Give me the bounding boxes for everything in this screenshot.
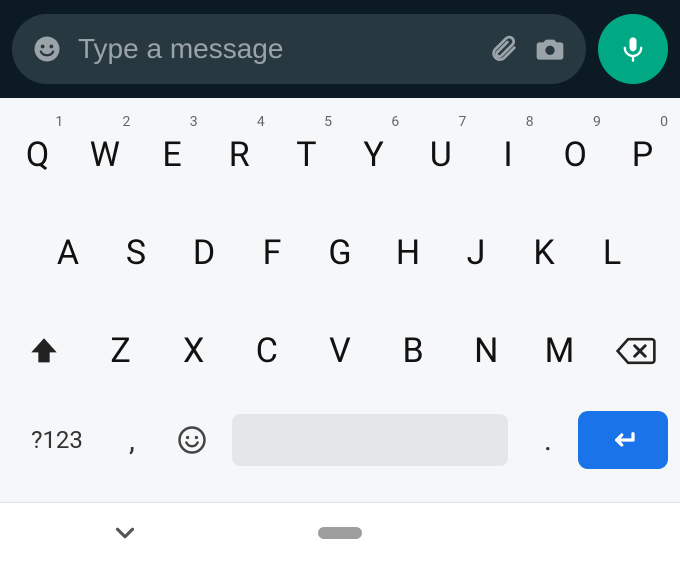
key-b[interactable]: B: [377, 306, 450, 396]
backspace-key[interactable]: [596, 306, 676, 396]
shift-key[interactable]: [4, 306, 84, 396]
key-p[interactable]: P0: [609, 110, 676, 200]
emoji-icon[interactable]: [32, 34, 62, 64]
key-label: N: [474, 331, 498, 371]
key-label: I: [503, 135, 512, 175]
key-h[interactable]: H: [374, 208, 442, 298]
attachment-icon[interactable]: [488, 34, 518, 64]
key-label: X: [183, 331, 204, 371]
period-key[interactable]: .: [518, 409, 578, 471]
key-s[interactable]: S: [102, 208, 170, 298]
key-label: C: [256, 331, 278, 371]
key-label: Z: [110, 331, 130, 371]
key-label: T: [296, 135, 316, 175]
key-hint: 7: [459, 114, 467, 130]
system-nav-bar: [0, 502, 680, 562]
key-label: O: [564, 135, 587, 175]
key-i[interactable]: I8: [474, 110, 541, 200]
key-label: F: [263, 233, 282, 273]
key-k[interactable]: K: [510, 208, 578, 298]
key-hint: 2: [123, 114, 131, 130]
key-hint: 4: [257, 114, 265, 130]
key-hint: 1: [55, 114, 63, 130]
shift-icon: [27, 334, 61, 368]
key-hint: 6: [391, 114, 399, 130]
keyboard-row-3: Z X C V B N M: [4, 306, 676, 396]
key-label: P: [632, 135, 653, 175]
key-label: E: [162, 135, 181, 175]
key-n[interactable]: N: [450, 306, 523, 396]
keyboard: Q1 W2 E3 R4 T5 Y6 U7 I8 O9 P0 A S D F G …: [0, 98, 680, 484]
key-label: D: [193, 233, 215, 273]
key-hint: 3: [190, 114, 198, 130]
key-hint: 0: [660, 114, 668, 130]
enter-key[interactable]: [578, 411, 668, 469]
key-l[interactable]: L: [578, 208, 646, 298]
key-label: J: [467, 233, 486, 273]
chevron-down-icon: [110, 518, 140, 548]
symbols-key[interactable]: ?123: [12, 409, 102, 471]
keyboard-row-1: Q1 W2 E3 R4 T5 Y6 U7 I8 O9 P0: [4, 110, 676, 200]
emoji-outline-icon: [177, 425, 207, 455]
key-hint: 9: [593, 114, 601, 130]
camera-icon[interactable]: [534, 33, 566, 65]
key-label: A: [57, 233, 79, 273]
message-input-bar: [0, 0, 680, 98]
key-j[interactable]: J: [442, 208, 510, 298]
home-gesture-pill[interactable]: [318, 527, 362, 539]
key-g[interactable]: G: [306, 208, 374, 298]
key-u[interactable]: U7: [407, 110, 474, 200]
key-m[interactable]: M: [523, 306, 596, 396]
key-w[interactable]: W2: [71, 110, 138, 200]
key-e[interactable]: E3: [138, 110, 205, 200]
key-y[interactable]: Y6: [340, 110, 407, 200]
key-t[interactable]: T5: [273, 110, 340, 200]
key-r[interactable]: R4: [206, 110, 273, 200]
emoji-keyboard-key[interactable]: [162, 409, 222, 471]
key-f[interactable]: F: [238, 208, 306, 298]
key-label: U: [430, 135, 452, 175]
key-label: L: [603, 233, 621, 273]
key-o[interactable]: O9: [542, 110, 609, 200]
key-label: K: [533, 233, 554, 273]
key-label: G: [328, 233, 351, 273]
key-label: H: [396, 233, 420, 273]
comma-key[interactable]: ,: [102, 409, 162, 471]
spacebar-key[interactable]: [232, 414, 508, 466]
key-d[interactable]: D: [170, 208, 238, 298]
key-label: R: [229, 135, 250, 175]
key-x[interactable]: X: [157, 306, 230, 396]
voice-message-button[interactable]: [598, 14, 668, 84]
key-c[interactable]: C: [230, 306, 303, 396]
keyboard-row-2: A S D F G H J K L: [4, 208, 676, 298]
key-label: Q: [26, 135, 49, 175]
key-label: Y: [363, 135, 383, 175]
message-input[interactable]: [78, 33, 472, 65]
key-label: S: [126, 233, 146, 273]
message-input-pill: [12, 14, 586, 84]
key-v[interactable]: V: [303, 306, 376, 396]
key-label: B: [403, 331, 424, 371]
key-label: V: [329, 331, 351, 371]
key-label: W: [90, 135, 120, 175]
key-z[interactable]: Z: [84, 306, 157, 396]
key-a[interactable]: A: [34, 208, 102, 298]
key-hint: 5: [324, 114, 332, 130]
enter-icon: [608, 425, 638, 455]
backspace-icon: [615, 334, 657, 368]
collapse-keyboard-button[interactable]: [110, 518, 140, 548]
key-hint: 8: [526, 114, 534, 130]
key-label: M: [545, 331, 575, 371]
keyboard-row-4: ?123 , .: [4, 404, 676, 484]
key-q[interactable]: Q1: [4, 110, 71, 200]
